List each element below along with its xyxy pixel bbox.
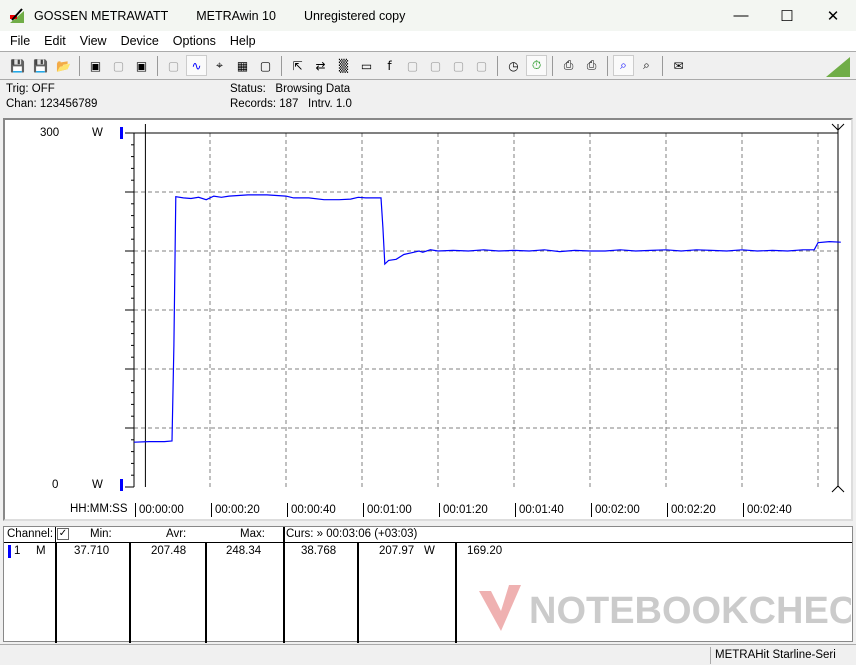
header-max: Max:: [240, 528, 265, 540]
row-unit: W: [424, 545, 435, 557]
row-max: 248.34: [226, 545, 262, 557]
row-mode: M: [36, 545, 46, 557]
header-cursor: Curs: » 00:03:06 (+03:03): [286, 528, 418, 540]
x-tick-label: 00:01:40: [515, 503, 564, 517]
status-bar: METRAHit Starline-Seri: [0, 644, 856, 665]
row-curs-value: 38.768: [301, 545, 337, 557]
row-extra: 169.20: [467, 545, 503, 557]
x-axis-label: HH:MM:SS: [70, 503, 128, 515]
y-scale-marker-top: [120, 127, 123, 139]
header-avr: Avr:: [166, 528, 187, 540]
device-name: METRAHit Starline-Seri: [710, 647, 854, 664]
x-tick-label: 00:00:40: [287, 503, 336, 517]
row-avr: 207.48: [151, 545, 187, 557]
x-tick-label: 00:02:40: [743, 503, 792, 517]
series-line: [133, 194, 841, 443]
x-tick-label: 00:00:20: [211, 503, 260, 517]
channel-checkbox[interactable]: ✓: [57, 528, 69, 540]
row-channel: 1: [14, 545, 21, 557]
y-unit-top: W: [92, 127, 103, 139]
watermark-logo: NOTEBOOKCHECK: [479, 585, 851, 632]
x-tick-label: 00:02:20: [667, 503, 716, 517]
y-unit-bottom: W: [92, 479, 103, 491]
header-channel: Channel:: [7, 528, 54, 540]
svg-text:NOTEBOOKCHECK: NOTEBOOKCHECK: [529, 590, 851, 632]
x-tick-label: 00:00:00: [135, 503, 184, 517]
x-tick-label: 00:02:00: [591, 503, 640, 517]
y-max-label: 300: [40, 127, 60, 139]
x-tick-label: 00:01:00: [363, 503, 412, 517]
x-tick-label: 00:01:20: [439, 503, 488, 517]
header-min: Min:: [90, 528, 112, 540]
y-scale-marker-bottom: [120, 479, 123, 491]
statistics-table: Channel: ✓ Min: Avr: Max: Curs: » 00:03:…: [3, 526, 853, 643]
power-chart[interactable]: [0, 0, 856, 525]
row-curs-avr: 207.97: [379, 545, 415, 557]
row-min: 37.710: [74, 545, 110, 557]
channel-color-marker: [8, 545, 11, 558]
y-min-label: 0: [52, 479, 59, 491]
